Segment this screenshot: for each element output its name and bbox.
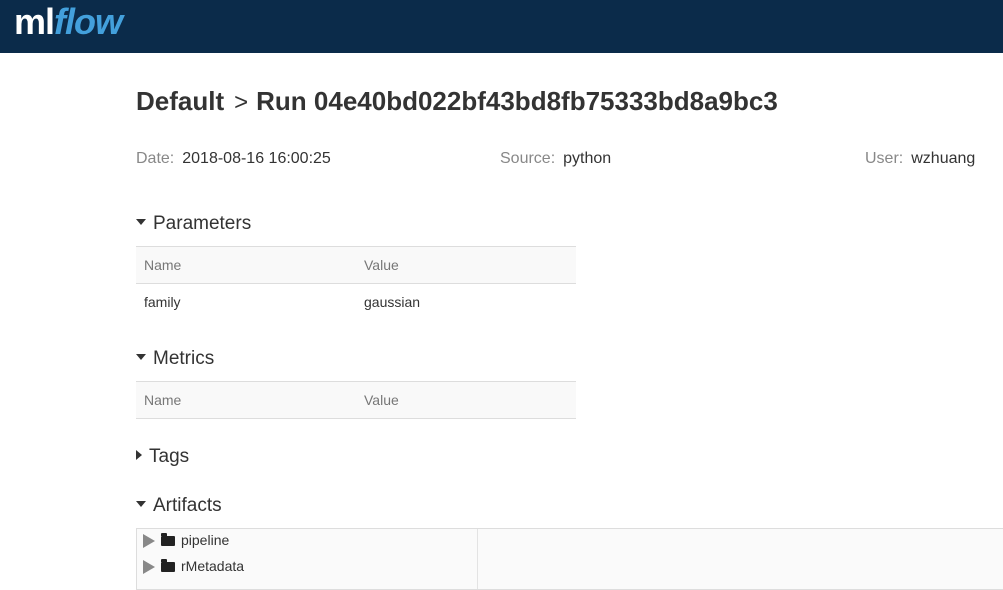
artifact-label: rMetadata (181, 558, 245, 574)
table-header-row: Name Value (136, 246, 576, 284)
expand-arrow-icon[interactable] (143, 534, 155, 549)
table-header-row: Name Value (136, 381, 576, 419)
breadcrumb-run-title: Run 04e40bd022bf43bd8fb75333bd8a9bc3 (256, 86, 778, 116)
artifact-folder-pipeline[interactable]: pipeline (143, 532, 229, 554)
parameters-table: Name Value family gaussian (136, 246, 576, 320)
folder-icon (161, 533, 175, 547)
date-value: 2018-08-16 16:00:25 (182, 150, 331, 167)
parameter-value: gaussian (364, 294, 421, 310)
caret-right-icon (136, 450, 142, 461)
parameters-section-toggle[interactable]: Parameters (136, 213, 251, 235)
chevron-right-icon: > (234, 89, 249, 116)
source-label: Source: (500, 150, 556, 167)
artifact-folder-rmetadata[interactable]: rMetadata (143, 558, 244, 580)
metrics-table: Name Value (136, 381, 576, 419)
date-label: Date: (136, 150, 175, 167)
caret-down-icon (136, 354, 146, 361)
artifacts-panel: pipeline rMetadata (136, 528, 1003, 590)
caret-down-icon (136, 501, 146, 508)
artifact-label: pipeline (181, 532, 230, 548)
artifacts-title: Artifacts (153, 495, 222, 516)
user-label: User: (865, 150, 904, 167)
run-user: User: wzhuang (865, 150, 975, 168)
artifacts-section-toggle[interactable]: Artifacts (136, 495, 222, 517)
parameters-title: Parameters (153, 213, 252, 234)
run-date: Date: 2018-08-16 16:00:25 (136, 150, 331, 168)
tags-title: Tags (149, 446, 190, 467)
metrics-title: Metrics (153, 348, 215, 369)
artifact-tree: pipeline rMetadata (137, 529, 478, 589)
table-row: family gaussian (136, 284, 576, 321)
column-header-value[interactable]: Value (356, 246, 576, 284)
column-header-name[interactable]: Name (136, 381, 356, 419)
caret-down-icon (136, 219, 146, 226)
breadcrumb-experiment-link[interactable]: Default (136, 86, 224, 116)
metrics-section-toggle[interactable]: Metrics (136, 348, 214, 370)
expand-arrow-icon[interactable] (143, 560, 155, 575)
mlflow-logo[interactable]: mlflow (14, 0, 123, 46)
column-header-value[interactable]: Value (356, 381, 576, 419)
user-value: wzhuang (911, 150, 976, 167)
source-value: python (563, 150, 612, 167)
folder-icon (161, 559, 175, 573)
logo-flow-text: flow (54, 1, 123, 42)
logo-ml-text: ml (14, 1, 55, 42)
parameter-name: family (144, 294, 181, 310)
tags-section-toggle[interactable]: Tags (136, 446, 189, 468)
column-header-name[interactable]: Name (136, 246, 356, 284)
breadcrumb: Default > Run 04e40bd022bf43bd8fb75333bd8a… (136, 86, 778, 117)
top-navbar: mlflow (0, 0, 1003, 53)
run-source: Source: python (500, 150, 611, 168)
